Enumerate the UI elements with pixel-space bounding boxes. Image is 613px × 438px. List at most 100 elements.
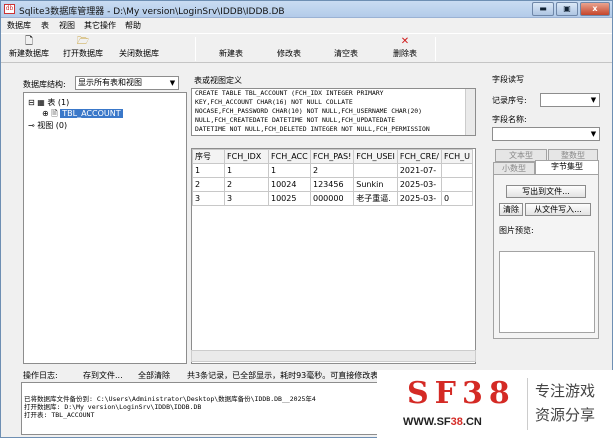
table-cell[interactable]: 2 (192, 177, 225, 192)
expand-icon: ⊕ 🗎 (42, 109, 58, 118)
record-index-label: 记录序号: (492, 96, 527, 105)
clear-log-button[interactable]: 全部清除 (138, 370, 170, 381)
record-index-select[interactable]: ▼ (540, 93, 600, 107)
table-cell[interactable]: 2021-07- (396, 163, 442, 178)
col-header[interactable]: 序号 (192, 149, 225, 164)
watermark: SF38 WWW.SF38.CN 专注游戏 资源分享 (377, 370, 613, 438)
menu-view[interactable]: 视图 (59, 20, 75, 31)
table-cell[interactable]: 000000 (309, 191, 355, 206)
save-log-button[interactable]: 存到文件... (83, 370, 123, 381)
ddl-line: NULL,FCH_CREATEDATE DATETIME NOT NULL,FC… (195, 116, 396, 124)
delete-x-icon: ✕ (400, 36, 410, 47)
structure-tree[interactable]: ⊟ ▦ 表 (1) ⊕ 🗎 TBL_ACCOUNT ⊸ 视图 (0) (23, 92, 187, 364)
table-cell[interactable] (353, 163, 398, 178)
table-row[interactable]: 1 1 1 2 2021-07- (192, 163, 474, 178)
ddl-label: 表或视图定义 (194, 76, 242, 85)
toolbar: 🗋 新建数据库 🗁 打开数据库 关闭数据库 新建表 修改表 清空表 ✕ 删除表 (1, 33, 612, 63)
table-cell[interactable]: 2025-03- (396, 191, 442, 206)
ddl-line: DATETIME NOT NULL,FCH_DELETED INTEGER NO… (195, 125, 430, 133)
title-bar[interactable]: db Sqlite3数据库管理器 - D:\My version\LoginSr… (1, 1, 612, 18)
data-grid[interactable]: 序号 FCH_IDX FCH_ACC FCH_PAS! FCH_USEI FCH… (191, 148, 476, 364)
field-name-label: 字段名称: (492, 115, 527, 124)
watermark-logo: SF38 WWW.SF38.CN (377, 370, 517, 438)
structure-filter-select[interactable]: 显示所有表和视图 ▼ (75, 76, 179, 90)
table-cell[interactable]: 123456 (309, 177, 355, 192)
new-table-button[interactable]: 新建表 (211, 35, 251, 62)
table-cell[interactable]: 0 (440, 191, 474, 206)
new-file-icon: 🗋 (24, 36, 34, 47)
field-panel: 字段读写 记录序号: ▼ 字段名称: ▼ 文本型 整数型 小数型 字节集型 写出… (490, 71, 605, 363)
tree-views-node[interactable]: ⊸ 视图 (0) (28, 120, 67, 131)
table-cell[interactable]: 1 (192, 163, 225, 178)
log-label: 操作日志: (23, 371, 58, 380)
structure-label: 数据库结构: (23, 80, 66, 89)
col-header[interactable]: FCH_CRE/ (396, 149, 442, 164)
new-database-button[interactable]: 🗋 新建数据库 (5, 35, 53, 62)
status-text: 共3条记录，已全部显示，耗时93毫秒。可直接修改表内容 (187, 371, 395, 380)
grid-horizontal-scrollbar[interactable] (191, 350, 476, 362)
window-title: Sqlite3数据库管理器 - D:\My version\LoginSrv\I… (19, 7, 285, 17)
table-cell[interactable]: Sunkin (353, 177, 398, 192)
watermark-brand: SF38 (407, 376, 516, 411)
import-from-file-button[interactable]: 从文件写入... (525, 203, 591, 216)
image-preview-box (499, 251, 595, 333)
view-icon: ⊸ (28, 121, 35, 130)
minimize-button[interactable]: ▬ (532, 2, 554, 16)
table-cell[interactable]: 2025-03- (396, 177, 442, 192)
watermark-divider (527, 378, 528, 430)
watermark-tagline-1: 专注游戏 (535, 382, 596, 400)
toolbar-separator (195, 37, 196, 61)
ddl-textarea[interactable]: CREATE TABLE TBL_ACCOUNT (FCH_IDX INTEGE… (191, 88, 476, 136)
col-header[interactable]: FCH_USEI (353, 149, 398, 164)
table-cell[interactable] (440, 177, 474, 192)
table-cell[interactable]: 3 (224, 191, 269, 206)
menu-table[interactable]: 表 (41, 20, 49, 31)
ddl-line: NOCASE,FCH_PASSWORD CHAR(10) NOT NULL,FC… (195, 107, 423, 115)
tree-tables-node[interactable]: ⊟ ▦ 表 (1) (28, 97, 69, 108)
app-icon: db (4, 4, 15, 14)
table-cell[interactable]: 1 (224, 163, 269, 178)
table-cell[interactable]: 10024 (268, 177, 311, 192)
delete-table-button[interactable]: ✕ 删除表 (385, 35, 425, 62)
folder-open-icon: 🗁 (76, 36, 90, 47)
table-row[interactable]: 2 2 10024 123456 Sunkin 2025-03- (192, 177, 474, 192)
export-to-file-button[interactable]: 写出到文件... (506, 185, 586, 198)
grid-header-row: 序号 FCH_IDX FCH_ACC FCH_PAS! FCH_USEI FCH… (192, 149, 474, 164)
menu-other[interactable]: 其它操作 (84, 20, 116, 31)
chevron-down-icon: ▼ (169, 79, 176, 87)
watermark-tagline-2: 资源分享 (535, 406, 596, 424)
edit-table-button[interactable]: 修改表 (269, 35, 309, 62)
chevron-down-icon: ▼ (590, 96, 597, 104)
menu-database[interactable]: 数据库 (7, 20, 31, 31)
col-header[interactable]: FCH_PAS! (309, 149, 355, 164)
tab-bytes[interactable]: 字节集型 (535, 160, 599, 175)
table-cell[interactable]: 2 (309, 163, 355, 178)
table-cell[interactable]: 老子重逼. (353, 191, 398, 206)
table-cell[interactable]: 2 (224, 177, 269, 192)
maximize-button[interactable]: ▣ (556, 2, 578, 16)
table-cell[interactable]: 1 (268, 163, 311, 178)
close-button[interactable]: x (580, 2, 610, 16)
clear-field-button[interactable]: 清除 (499, 203, 523, 216)
table-cell[interactable]: 3 (192, 191, 225, 206)
table-row[interactable]: 3 3 10025 000000 老子重逼. 2025-03- 0 (192, 191, 474, 206)
ddl-scrollbar[interactable] (465, 89, 475, 135)
table-cell[interactable] (440, 163, 474, 178)
col-header[interactable]: FCH_IDX (224, 149, 269, 164)
image-preview-label: 图片预览: (499, 226, 534, 235)
open-database-button[interactable]: 🗁 打开数据库 (59, 35, 107, 62)
collapse-icon: ⊟ ▦ (28, 98, 45, 107)
field-name-select[interactable]: ▼ (492, 127, 600, 141)
menu-bar: 数据库 表 视图 其它操作 帮助 (1, 19, 612, 32)
menu-help[interactable]: 帮助 (125, 20, 141, 31)
table-cell[interactable]: 10025 (268, 191, 311, 206)
clear-table-button[interactable]: 清空表 (326, 35, 366, 62)
watermark-url: WWW.SF38.CN (403, 416, 482, 428)
col-header[interactable]: FCH_ACC (268, 149, 311, 164)
field-panel-title: 字段读写 (492, 75, 524, 84)
toolbar-separator (435, 37, 436, 61)
bytes-panel: 写出到文件... 清除 从文件写入... 图片预览: (493, 174, 599, 339)
close-database-button[interactable]: 关闭数据库 (114, 35, 164, 62)
chevron-down-icon: ▼ (590, 130, 597, 138)
col-header[interactable]: FCH_U (440, 149, 474, 164)
